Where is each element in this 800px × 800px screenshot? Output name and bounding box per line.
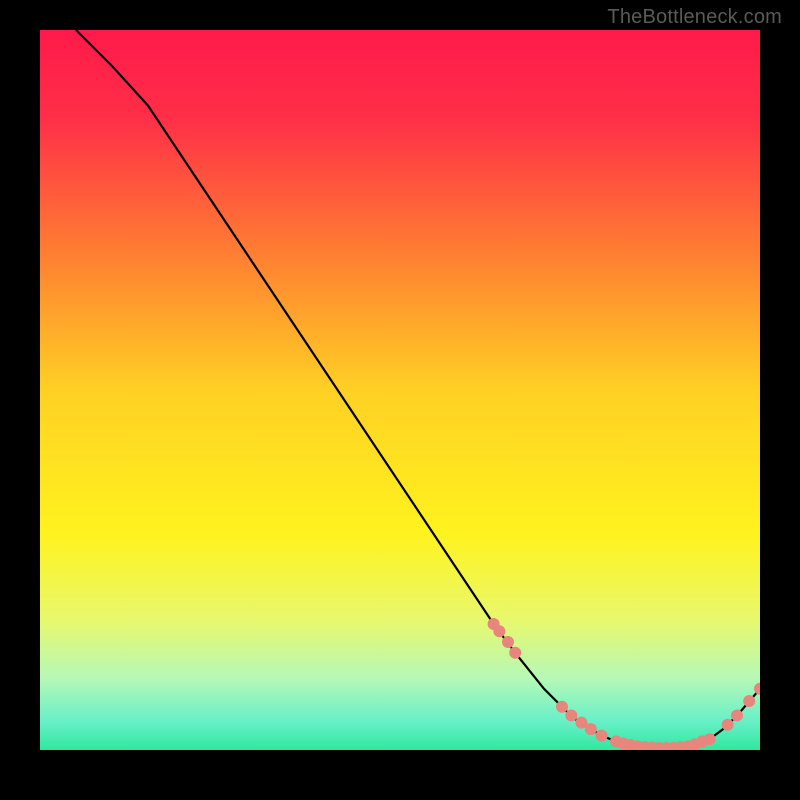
data-marker [556, 701, 568, 713]
chart-container: TheBottleneck.com [0, 0, 800, 800]
data-marker [596, 730, 608, 742]
data-marker [731, 709, 743, 721]
plot-area [40, 30, 760, 750]
data-marker [743, 695, 755, 707]
data-marker [704, 733, 716, 745]
data-marker [585, 723, 597, 735]
data-marker [722, 719, 734, 731]
data-marker [493, 625, 505, 637]
data-marker [565, 709, 577, 721]
plot-svg [40, 30, 760, 750]
gradient-background [40, 30, 760, 750]
watermark-text: TheBottleneck.com [607, 6, 782, 29]
data-marker [509, 647, 521, 659]
data-marker [502, 636, 514, 648]
